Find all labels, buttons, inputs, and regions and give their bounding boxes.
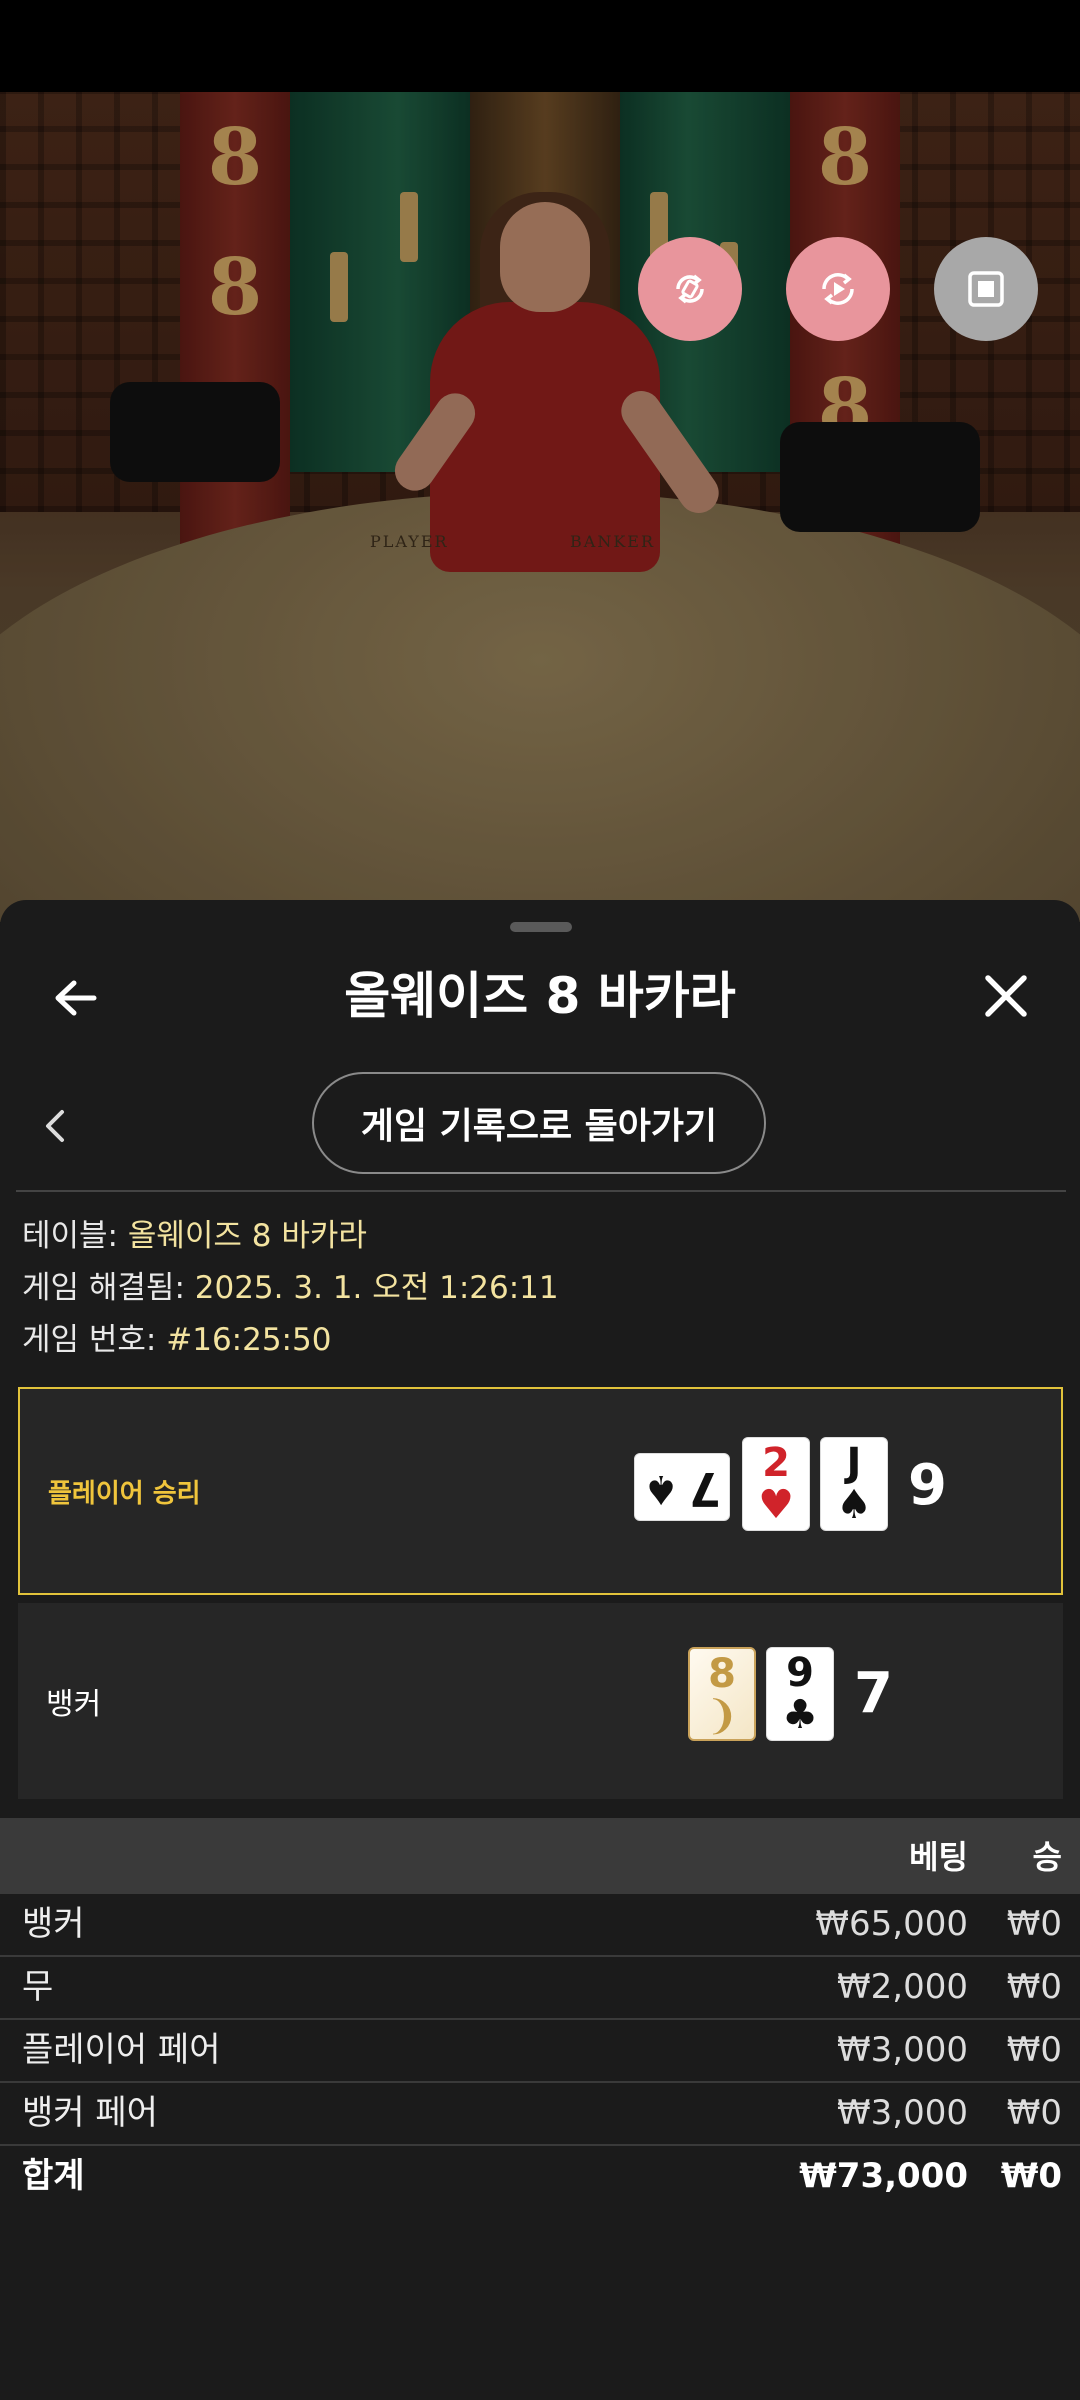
rotate-icon bbox=[676, 274, 704, 304]
info-number: 게임 번호: #16:25:50 bbox=[22, 1314, 331, 1366]
status-bar bbox=[0, 0, 1080, 92]
stop-button[interactable] bbox=[934, 237, 1038, 341]
previous-button[interactable] bbox=[34, 1104, 78, 1148]
bet-win: ₩0 bbox=[1006, 1904, 1062, 1944]
bet-win: ₩0 bbox=[1006, 2030, 1062, 2070]
card-suit: ♣ bbox=[782, 1692, 818, 1738]
video-dim-overlay bbox=[0, 92, 1080, 922]
replay-icon bbox=[822, 273, 854, 305]
game-details-sheet: 올웨이즈 8 바카라 게임 기록으로 돌아가기 테이블: 올웨이즈 8 바카라 … bbox=[0, 900, 1080, 2400]
info-number-label: 게임 번호: bbox=[22, 1322, 157, 1358]
info-resolved-value: 2025. 3. 1. 오전 1:26:11 bbox=[194, 1270, 559, 1306]
table-row: 플레이어 페어 ₩3,000 ₩0 bbox=[0, 2018, 1080, 2082]
total-label: 합계 bbox=[22, 2156, 85, 2196]
card-suit: ❩ bbox=[705, 1693, 739, 1739]
table-row: 뱅커 ₩65,000 ₩0 bbox=[0, 1892, 1080, 1956]
divider bbox=[16, 1190, 1066, 1192]
player-result: 플레이어 승리 7 ♠ 2 ♥ J ♠ 9 bbox=[18, 1387, 1063, 1595]
bet-name: 무 bbox=[22, 1967, 54, 2007]
banker-card-2: 9 ♣ bbox=[766, 1647, 834, 1741]
table-row-total: 합계 ₩73,000 ₩0 bbox=[0, 2144, 1080, 2208]
column-header-win: 승 bbox=[1032, 1838, 1062, 1876]
bet-amount: ₩2,000 bbox=[837, 1967, 968, 2007]
card-suit: ♠ bbox=[643, 1466, 679, 1512]
card-rank: 2 bbox=[762, 1440, 790, 1486]
history-nav: 게임 기록으로 돌아가기 bbox=[0, 1072, 1080, 1182]
close-button[interactable] bbox=[976, 966, 1036, 1026]
bet-amount: ₩3,000 bbox=[837, 2093, 968, 2133]
rotate-view-button[interactable] bbox=[638, 237, 742, 341]
card-rank: 9 bbox=[786, 1650, 814, 1696]
close-icon bbox=[985, 975, 1027, 1017]
back-to-history-button[interactable]: 게임 기록으로 돌아가기 bbox=[312, 1072, 766, 1174]
info-number-value: #16:25:50 bbox=[166, 1322, 332, 1358]
bet-win: ₩0 bbox=[1006, 1967, 1062, 2007]
drag-handle[interactable] bbox=[510, 922, 572, 932]
card-suit: ♠ bbox=[836, 1482, 872, 1528]
table-row: 무 ₩2,000 ₩0 bbox=[0, 1955, 1080, 2019]
banker-score: 7 bbox=[854, 1661, 893, 1726]
card-rank: 8 bbox=[708, 1651, 736, 1697]
player-score: 9 bbox=[908, 1453, 947, 1518]
table-row: 뱅커 페어 ₩3,000 ₩0 bbox=[0, 2081, 1080, 2145]
live-video-feed: 8 8 8 8 PLAYER BANKER bbox=[0, 92, 1080, 922]
player-card-1: 7 ♠ bbox=[634, 1453, 730, 1521]
info-table-label: 테이블: bbox=[22, 1218, 119, 1254]
card-rank: J bbox=[846, 1440, 862, 1486]
replay-button[interactable] bbox=[786, 237, 890, 341]
bets-table-header: 베팅 승 bbox=[0, 1818, 1080, 1892]
banker-result: 뱅커 8 ❩ 9 ♣ 7 bbox=[18, 1603, 1063, 1799]
info-table-value: 올웨이즈 8 바카라 bbox=[127, 1218, 367, 1254]
player-card-3: J ♠ bbox=[820, 1437, 888, 1531]
card-rank: 7 bbox=[688, 1462, 721, 1516]
column-header-bet: 베팅 bbox=[909, 1838, 968, 1876]
info-table: 테이블: 올웨이즈 8 바카라 bbox=[22, 1210, 367, 1262]
player-card-2: 2 ♥ bbox=[742, 1437, 810, 1531]
banker-card-1: 8 ❩ bbox=[688, 1647, 756, 1741]
chevron-left-icon bbox=[46, 1110, 64, 1142]
bet-win: ₩0 bbox=[1006, 2093, 1062, 2133]
info-resolved: 게임 해결됨: 2025. 3. 1. 오전 1:26:11 bbox=[22, 1262, 559, 1314]
sheet-title: 올웨이즈 8 바카라 bbox=[344, 967, 736, 1025]
info-resolved-label: 게임 해결됨: bbox=[22, 1270, 185, 1306]
banker-result-label: 뱅커 bbox=[46, 1687, 102, 1722]
total-win: ₩0 bbox=[1000, 2156, 1062, 2196]
total-amount: ₩73,000 bbox=[799, 2156, 968, 2196]
bet-name: 뱅커 페어 bbox=[22, 2093, 158, 2133]
bet-name: 플레이어 페어 bbox=[22, 2030, 221, 2070]
sheet-header: 올웨이즈 8 바카라 bbox=[0, 946, 1080, 1046]
bet-amount: ₩3,000 bbox=[837, 2030, 968, 2070]
player-result-label: 플레이어 승리 bbox=[48, 1479, 201, 1509]
bet-amount: ₩65,000 bbox=[815, 1904, 968, 1944]
card-suit: ♥ bbox=[758, 1482, 794, 1528]
stop-icon bbox=[968, 271, 1004, 307]
bet-name: 뱅커 bbox=[22, 1904, 85, 1944]
